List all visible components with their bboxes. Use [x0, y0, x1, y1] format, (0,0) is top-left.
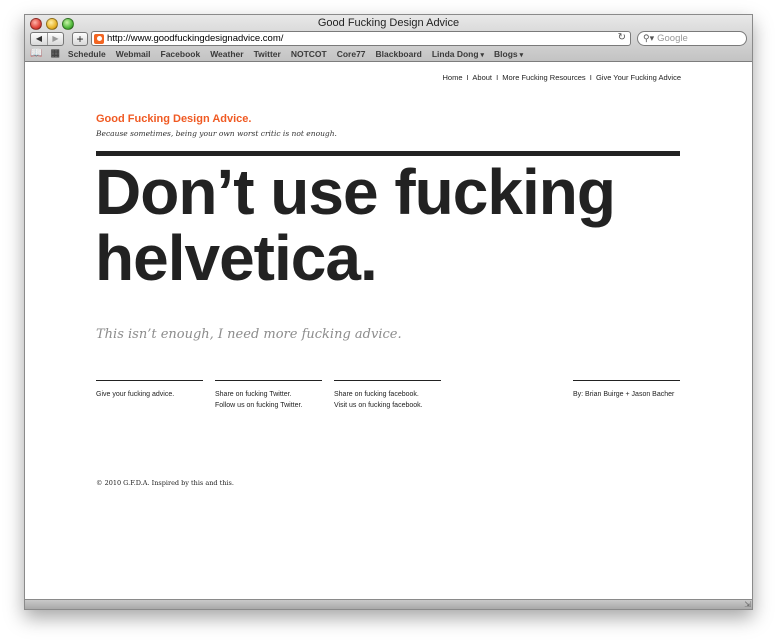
site-title[interactable]: Good Fucking Design Advice. — [96, 113, 251, 125]
reload-icon[interactable]: ↻ — [618, 32, 626, 43]
share-facebook-link[interactable]: Share on fucking facebook. — [334, 389, 441, 400]
credits-column: By: Brian Buirge + Jason Bacher — [573, 380, 680, 400]
give-advice-column: Give your fucking advice. — [96, 380, 203, 400]
share-twitter-link[interactable]: Share on fucking Twitter. — [215, 389, 322, 400]
page-content: Home I About I More Fucking Resources I … — [25, 62, 752, 599]
bookmark-item[interactable]: Webmail — [116, 49, 151, 59]
url-text: http://www.goodfuckingdesignadvice.com/ — [107, 33, 284, 44]
resize-grip-icon[interactable]: ⇲ — [744, 600, 751, 609]
credits-text: By: Brian Buirge + Jason Bacher — [573, 391, 675, 398]
forward-button[interactable]: ▶ — [47, 32, 63, 45]
nav-separator: I — [466, 73, 469, 82]
nav-link-home[interactable]: Home — [443, 73, 463, 82]
add-bookmark-button[interactable]: + — [72, 31, 88, 46]
facebook-column: Share on fucking facebook. Visit us on f… — [334, 380, 441, 411]
nav-separator: I — [589, 73, 592, 82]
bookmark-item[interactable]: NOTCOT — [291, 49, 327, 59]
top-sites-grid-icon[interactable]: ▦ — [50, 48, 59, 59]
bookmark-item[interactable]: Blackboard — [376, 49, 422, 59]
search-placeholder: Google — [657, 33, 688, 44]
search-icon: ⚲▾ — [643, 33, 655, 43]
browser-window: Good Fucking Design Advice ◀ ▶ + http://… — [24, 14, 753, 610]
status-bar: ⇲ — [25, 599, 752, 609]
navigation-toolbar: ◀ ▶ + http://www.goodfuckingdesignadvice… — [30, 31, 747, 46]
bookmark-item[interactable]: Core77 — [337, 49, 366, 59]
window-title: Good Fucking Design Advice — [317, 17, 460, 29]
twitter-column: Share on fucking Twitter. Follow us on f… — [215, 380, 322, 411]
follow-twitter-link[interactable]: Follow us on fucking Twitter. — [215, 400, 322, 411]
advice-headline: Don’t use fucking helvetica. — [95, 156, 616, 294]
bookmark-item[interactable]: Schedule — [68, 49, 106, 59]
site-favicon-icon — [94, 33, 104, 44]
footer-copyright: © 2010 G.F.D.A. Inspired by this and thi… — [96, 479, 234, 487]
reading-list-icon[interactable]: 📖 — [30, 48, 42, 59]
top-navigation: Home I About I More Fucking Resources I … — [443, 73, 681, 82]
bookmarks-bar: 📖 ▦ Schedule Webmail Facebook Weather Tw… — [30, 47, 747, 60]
bookmark-item[interactable]: Weather — [210, 49, 243, 59]
address-bar[interactable]: http://www.goodfuckingdesignadvice.com/ … — [91, 31, 631, 46]
more-advice-link[interactable]: This isn’t enough, I need more fucking a… — [96, 327, 402, 342]
give-advice-link[interactable]: Give your fucking advice. — [96, 389, 203, 400]
visit-facebook-link[interactable]: Visit us on fucking facebook. — [334, 400, 441, 411]
bookmark-folder-blogs[interactable]: Blogs — [494, 49, 523, 59]
nav-link-resources[interactable]: More Fucking Resources — [502, 73, 585, 82]
history-buttons: ◀ ▶ — [30, 31, 64, 46]
back-button[interactable]: ◀ — [31, 33, 47, 45]
nav-link-give-advice[interactable]: Give Your Fucking Advice — [596, 73, 681, 82]
nav-separator: I — [496, 73, 499, 82]
title-bar: Good Fucking Design Advice ◀ ▶ + http://… — [25, 15, 752, 62]
bookmark-item[interactable]: Facebook — [161, 49, 201, 59]
bookmark-folder-linda-dong[interactable]: Linda Dong — [432, 49, 484, 59]
nav-link-about[interactable]: About — [472, 73, 492, 82]
search-field[interactable]: ⚲▾ Google — [637, 31, 747, 46]
bookmark-item[interactable]: Twitter — [254, 49, 281, 59]
tagline: Because sometimes, being your own worst … — [96, 129, 337, 138]
